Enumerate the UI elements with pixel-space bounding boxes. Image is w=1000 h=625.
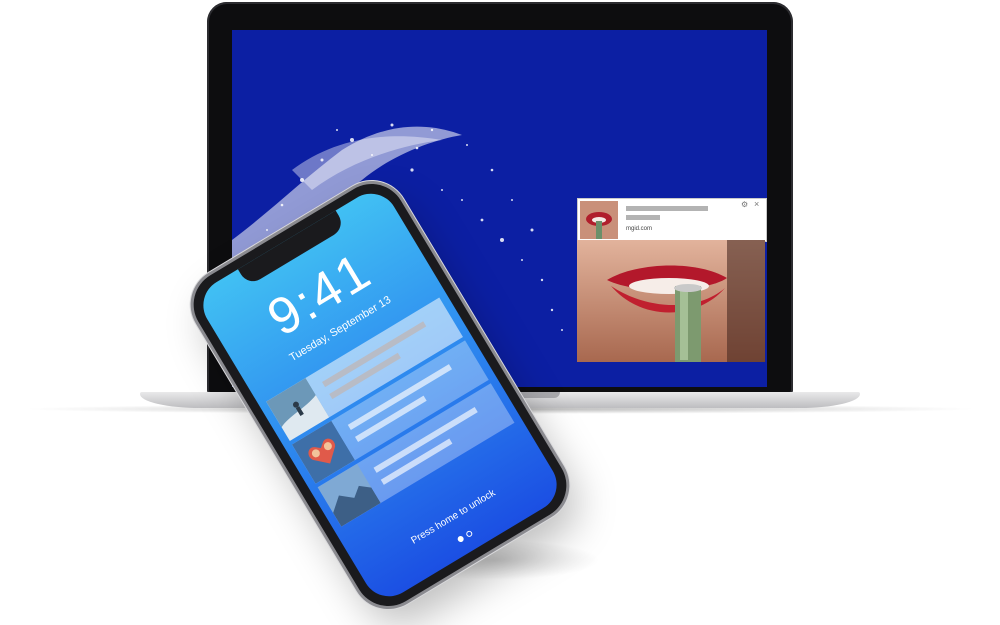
close-icon[interactable]: × [754,199,759,209]
notification-site: mgid.com [626,226,653,232]
desktop-push-notification[interactable]: mgid.com ⚙ × [577,198,767,242]
page-dot [456,534,465,544]
lips-bottle-thumbnail [580,201,618,239]
device-mockup-scene: mgid.com ⚙ × 9:41 Tuesday, September 13 … [0,0,1000,625]
page-dot [465,529,474,538]
lips-bottle-ad-image[interactable] [577,240,765,362]
notification-text-placeholder [626,215,660,220]
gear-icon[interactable]: ⚙ [741,200,748,209]
notification-title-placeholder [626,206,708,211]
